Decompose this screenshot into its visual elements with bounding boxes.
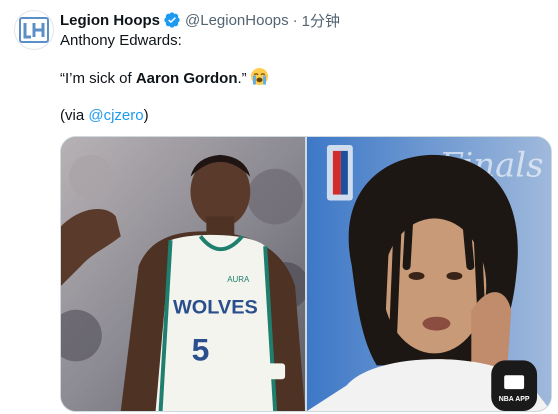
quote-open-text: “I’m sick of [60, 70, 136, 87]
legion-hoops-logo-icon [19, 17, 49, 43]
verified-badge-icon [163, 11, 181, 29]
tweet-text-line-1: Anthony Edwards: [60, 32, 182, 49]
via-open-text: (via [60, 107, 89, 124]
nba-app-text: NBA APP [499, 396, 530, 403]
tweet-timestamp[interactable]: 1分钟 [302, 10, 340, 31]
author-display-name[interactable]: Legion Hoops [60, 12, 160, 29]
media-photo-left[interactable]: WOLVES 5 AURA [61, 137, 305, 411]
loudly-crying-face-icon [250, 67, 269, 86]
header-separator: · [292, 11, 298, 29]
mention-link[interactable]: @cjzero [88, 107, 143, 124]
author-handle[interactable]: @LegionHoops [185, 12, 289, 29]
quote-close-text: .” [237, 70, 247, 87]
tweet[interactable]: Legion Hoops @LegionHoops · 1分钟 Anthony … [0, 0, 558, 414]
avatar[interactable] [14, 10, 54, 50]
tweet-text-quote: “I’m sick of Aaron Gordon.” [60, 67, 269, 89]
jersey-tag-text: AURA [227, 275, 250, 284]
tweet-header: Legion Hoops @LegionHoops · 1分钟 [60, 10, 340, 30]
jersey-team-text: WOLVES [173, 297, 258, 319]
quote-bold-name: Aaron Gordon [135, 70, 238, 87]
tweet-media[interactable]: WOLVES 5 AURA Finals NBA APP [60, 136, 552, 412]
media-photo-right[interactable]: Finals NBA APP [307, 137, 551, 411]
press-conference-photo: Finals NBA APP [307, 137, 551, 411]
tweet-text-via: (via @cjzero) [60, 106, 149, 126]
player-jersey-photo: WOLVES 5 AURA [61, 137, 305, 411]
jersey-number-text: 5 [192, 331, 210, 367]
via-close-text: ) [143, 107, 149, 124]
